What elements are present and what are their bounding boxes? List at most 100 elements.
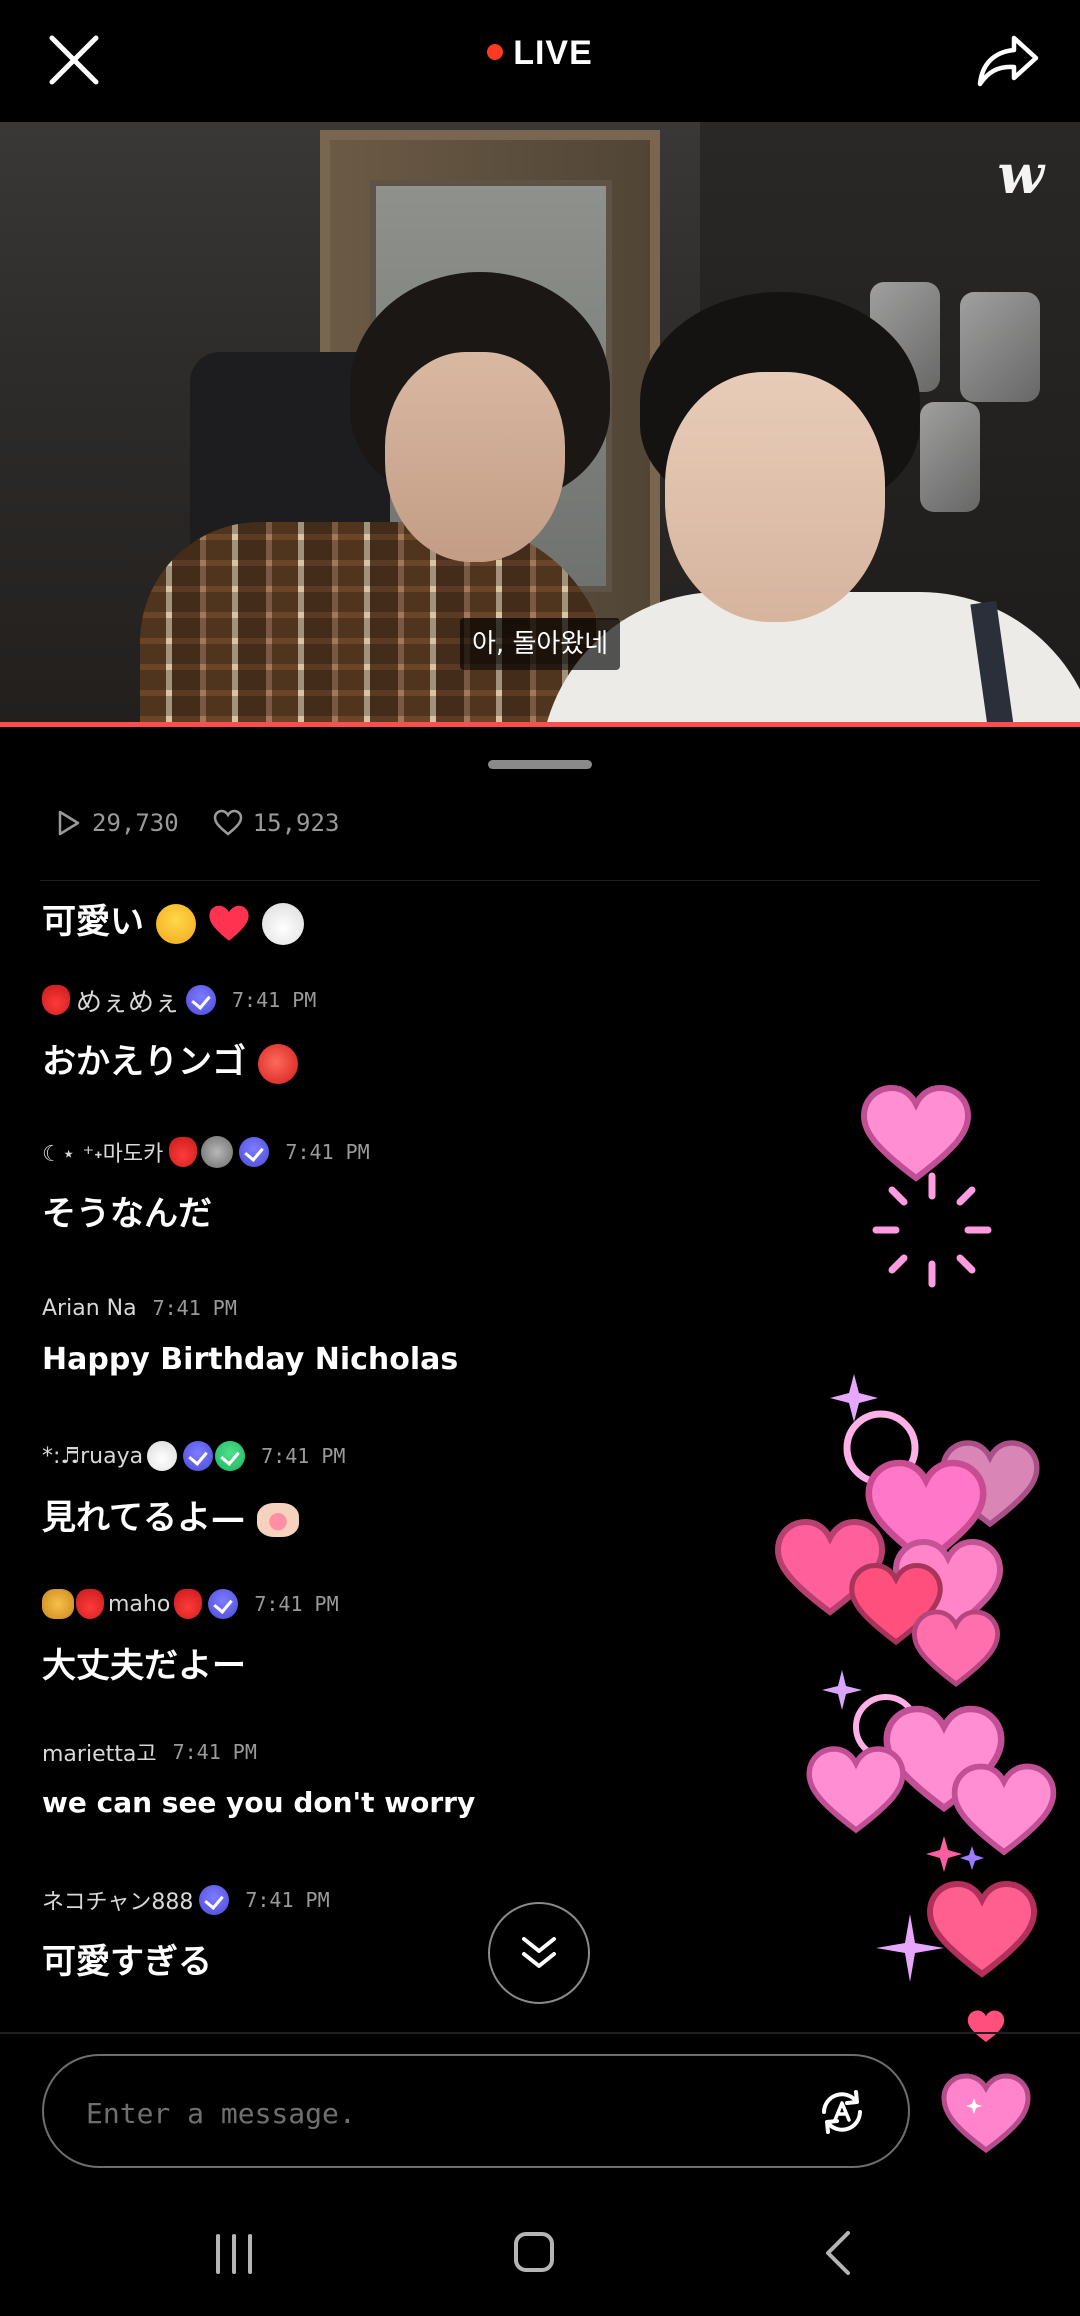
balloon-letter (920, 402, 980, 512)
sparkle-icon (830, 1374, 878, 1422)
live-video[interactable]: w 아, 돌아왔네 (0, 122, 1080, 726)
chat-meta: Arian Na 7:41 PM (42, 1288, 458, 1328)
heart-icon (869, 1463, 983, 1562)
chat-timestamp: 7:41 PM (172, 1740, 257, 1764)
red-heart-emoji (209, 905, 249, 941)
strawberry-emoji (174, 1589, 203, 1619)
live-dot-icon (487, 44, 504, 61)
chat-meta: marietta고 7:41 PM (42, 1732, 475, 1772)
sparkle-icon (876, 1914, 944, 1982)
chat-meta: ネコチャン888 7:41 PM (42, 1880, 330, 1920)
heart-outline-icon (213, 809, 242, 836)
scroll-to-latest-button[interactable] (488, 1902, 590, 2004)
person-left-face (385, 352, 565, 562)
video-caption: 아, 돌아왔네 (460, 618, 621, 670)
recents-icon (216, 2234, 252, 2274)
back-button[interactable] (822, 2230, 852, 2280)
verified-badge-icon (239, 1137, 270, 1167)
apple-emoji (257, 1043, 298, 1084)
share-button[interactable] (976, 30, 1040, 90)
strawberry-emoji (169, 1137, 198, 1167)
sparkle-icon (822, 1670, 862, 1710)
chat-message-text: そうなんだ (42, 1186, 370, 1235)
heart-hands-emoji (256, 1502, 299, 1537)
translate-button[interactable] (816, 2086, 868, 2138)
chat-username[interactable]: maho (108, 1592, 170, 1617)
chat-text: おかえりンゴ (42, 1042, 246, 1082)
chat-username[interactable]: めぇめぇ (76, 982, 180, 1019)
share-icon (977, 35, 1039, 87)
play-count: 29,730 (92, 809, 179, 837)
chat-username[interactable]: ☾⋆ ⁺˖마도카 (42, 1136, 163, 1168)
system-nav-bar (0, 2190, 1080, 2316)
chat-message: 可愛い (42, 880, 304, 945)
chat-message-text: おかえりンゴ (42, 1034, 316, 1084)
chat-message-text: 可愛い (42, 894, 304, 945)
chat-text: 可愛すぎる (42, 1942, 212, 1982)
chat-message: maho 7:41 PM 大丈夫だよー (42, 1584, 339, 1687)
heart-icon (967, 2010, 1005, 2042)
chat-text: 可愛い (42, 902, 144, 942)
chat-message: ☾⋆ ⁺˖마도카 7:41 PM そうなんだ (42, 1132, 370, 1235)
chat-text: 見れてるよ— (42, 1498, 245, 1538)
star-icon (960, 1846, 984, 1870)
star-icon (926, 1836, 962, 1872)
chat-message: Arian Na 7:41 PM Happy Birthday Nicholas (42, 1288, 458, 1378)
burst-icon (872, 1172, 992, 1288)
heart-icon (943, 1443, 1037, 1524)
chat-message: marietta고 7:41 PM we can see you don't w… (42, 1732, 475, 1819)
live-label: LIVE (513, 34, 593, 72)
chat-timestamp: 7:41 PM (245, 1888, 330, 1912)
person-right-face (665, 372, 885, 622)
top-bar: LIVE (0, 0, 1080, 120)
chat-text: we can see you don't worry (42, 1786, 476, 1819)
chat-username[interactable]: *:♬ruaya (42, 1444, 143, 1469)
drag-handle[interactable] (488, 760, 592, 769)
chat-meta: めぇめぇ 7:41 PM (42, 980, 316, 1020)
heart-icon (930, 1884, 1034, 1974)
chat-text: 大丈夫だよー (42, 1646, 246, 1686)
recent-apps-button[interactable] (212, 2234, 256, 2278)
verified-badge-icon (183, 1441, 214, 1471)
ring-icon (853, 1694, 919, 1760)
verified-green-badge-icon (215, 1441, 246, 1471)
verified-badge-icon (199, 1885, 230, 1915)
heart-icon (914, 1612, 997, 1684)
chat-timestamp: 7:41 PM (232, 988, 317, 1012)
double-chevron-down-icon (522, 1937, 556, 1968)
chat-timestamp: 7:41 PM (152, 1296, 237, 1320)
chat-text: Happy Birthday Nicholas (42, 1342, 459, 1377)
back-icon (826, 2231, 850, 2275)
heart-icon (852, 1566, 940, 1643)
live-indicator: LIVE (0, 34, 1080, 73)
chat-message-text: 見れてるよ— (42, 1490, 345, 1539)
heart-icon (896, 1542, 1000, 1632)
chat-message-text: 大丈夫だよー (42, 1638, 339, 1687)
rabbit-emoji (261, 902, 304, 945)
composer-divider (0, 2032, 1080, 2034)
play-icon (58, 810, 80, 836)
weverse-logo: w (997, 142, 1045, 206)
heart-icon (864, 1088, 968, 1178)
chat-username[interactable]: Arian Na (42, 1296, 137, 1321)
balloon-letter (960, 292, 1040, 402)
home-button[interactable] (514, 2232, 554, 2272)
chat-username[interactable]: ネコチャン888 (42, 1884, 193, 1916)
strawberry-emoji (42, 985, 70, 1015)
chat-message: *:♬ruaya 7:41 PM 見れてるよ— (42, 1436, 345, 1539)
like-button[interactable] (938, 2070, 1034, 2160)
strawberry-emoji (76, 1589, 104, 1619)
chat-username[interactable]: marietta고 (42, 1736, 157, 1768)
heart-icon (941, 2073, 1031, 2154)
chat-meta: ☾⋆ ⁺˖마도카 7:41 PM (42, 1132, 370, 1172)
chat-meta: *:♬ruaya 7:41 PM (42, 1436, 345, 1476)
chat-message-text: Happy Birthday Nicholas (42, 1342, 458, 1377)
heart-icon (887, 1709, 1001, 1808)
chat-message-text: we can see you don't worry (42, 1786, 475, 1819)
chat-message-text: 可愛すぎる (42, 1934, 330, 1983)
verified-badge-icon (208, 1589, 239, 1619)
message-input[interactable] (84, 2082, 788, 2144)
chat-timestamp: 7:41 PM (254, 1592, 339, 1616)
chat-text: そうなんだ (42, 1194, 212, 1234)
chat-message: めぇめぇ 7:41 PM おかえりンゴ (42, 980, 316, 1084)
